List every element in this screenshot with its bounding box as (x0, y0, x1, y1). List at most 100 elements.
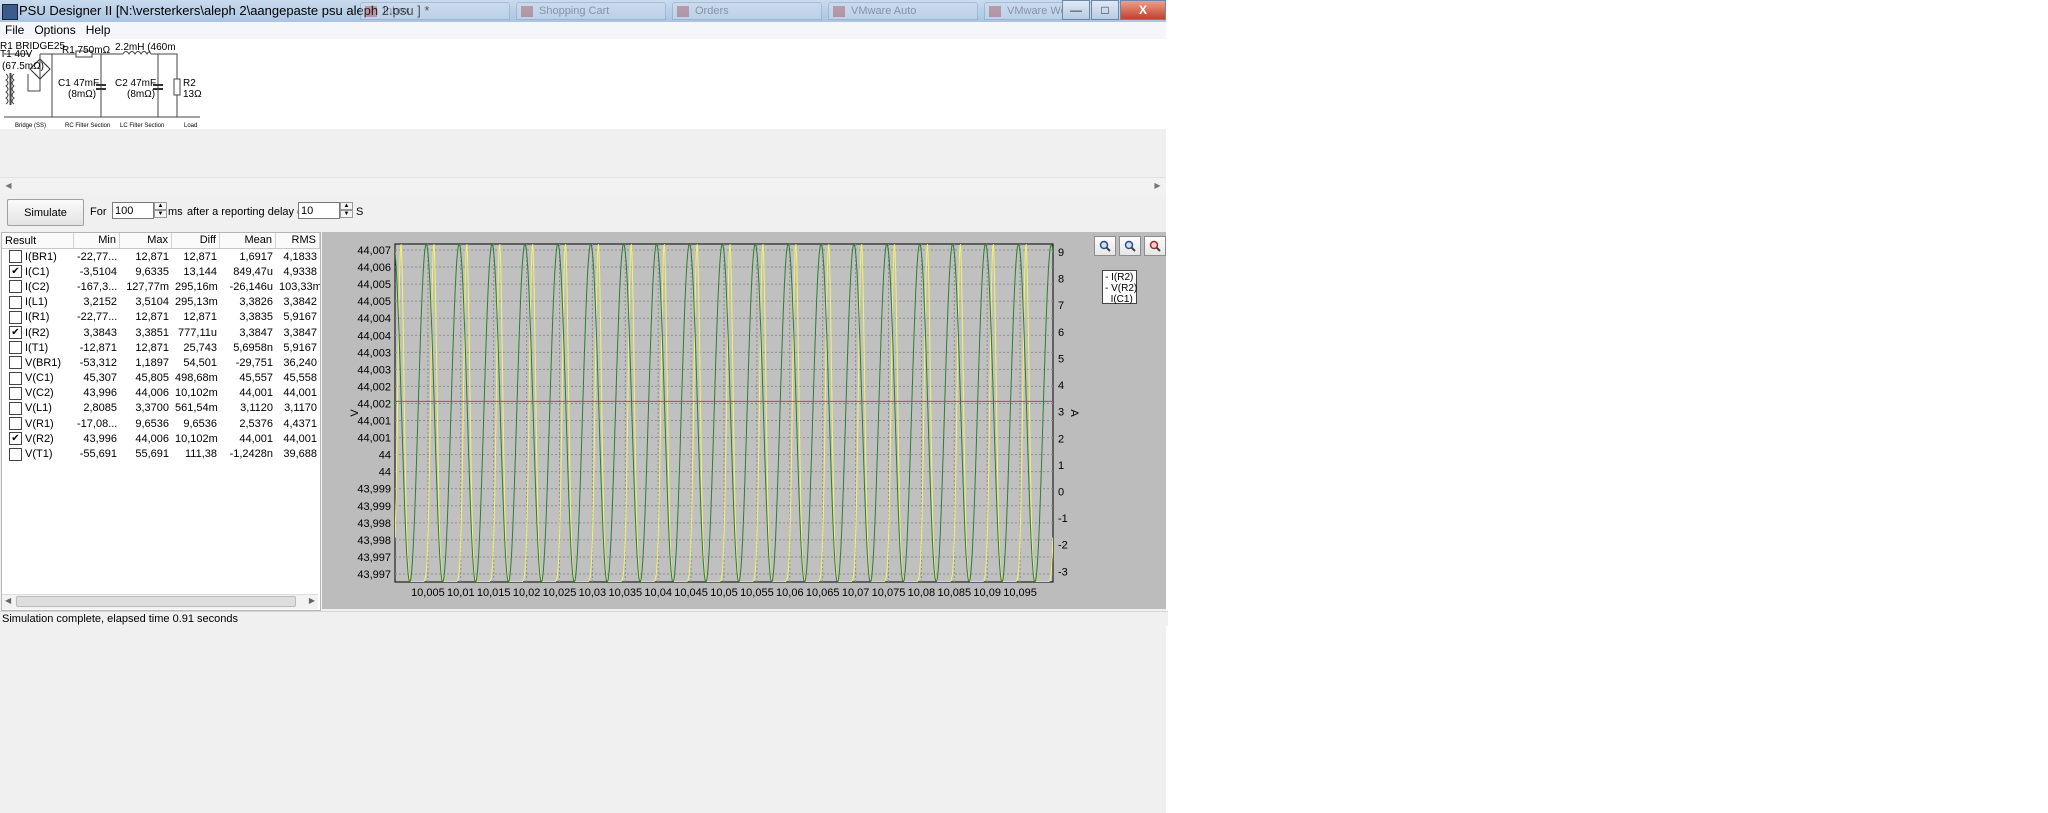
table-row[interactable]: V(R1) -17,08... 9,6536 9,6536 2,5376 4,4371 (2, 416, 320, 431)
scroll-thumb[interactable] (16, 596, 296, 607)
x-tick-label: 10,045 (674, 587, 708, 599)
y-left-tick-label: 43,997 (357, 569, 391, 581)
circuit-schematic[interactable]: R1 BRIDGE25 T1 40V (67.5mΩ) R1 750mΩ 2.2… (0, 39, 1166, 129)
col-mean[interactable]: Mean (220, 233, 276, 248)
col-max[interactable]: Max (120, 233, 172, 248)
result-min: -167,3... (77, 280, 118, 293)
checked-checkbox[interactable]: ✔ (9, 432, 22, 446)
result-diff: 777,11u (178, 326, 217, 339)
result-min: 3,2152 (83, 296, 117, 309)
col-min[interactable]: Min (74, 233, 120, 248)
duration-down-icon[interactable]: ▼ (154, 210, 167, 218)
y-right-tick-label: 6 (1058, 327, 1064, 339)
checkbox[interactable] (9, 250, 22, 264)
zoom-out-icon-glyph (1124, 240, 1136, 252)
y-left-tick-label: 44,001 (357, 416, 391, 428)
checkbox[interactable] (9, 371, 22, 385)
y-left-tick-label: 44,001 (357, 433, 391, 445)
menu-help[interactable]: Help (81, 22, 116, 39)
checkbox[interactable] (9, 417, 22, 431)
delay-down-icon[interactable]: ▼ (340, 210, 353, 218)
checkbox[interactable] (9, 447, 22, 461)
result-mean: 44,001 (239, 432, 273, 445)
result-max: 127,77m (126, 280, 169, 293)
checkbox[interactable] (9, 295, 22, 309)
scroll-right-icon[interactable]: ▶ (309, 596, 315, 605)
result-diff: 10,102m (175, 432, 218, 445)
y-right-tick-label: 0 (1058, 487, 1064, 499)
table-row[interactable]: ✔ I(R2) 3,3843 3,3851 777,11u 3,3847 3,3847 (2, 325, 320, 340)
table-row[interactable]: V(BR1) -53,312 1,1897 54,501 -29,751 36,240 (2, 355, 320, 370)
waveform-chart[interactable]: 10,005 10,01 10,015 10,02 10,025 10,03 10,035 1… (322, 232, 1166, 609)
schematic-scrollbar[interactable]: ◀ ▶ (0, 177, 1166, 194)
simulate-button[interactable]: Simulate (7, 199, 84, 226)
result-min: -53,312 (79, 356, 117, 369)
delay-stepper[interactable]: ▲▼ (298, 202, 353, 219)
results-scrollbar[interactable]: ◀ ▶ (2, 594, 318, 609)
r2-value: 13Ω (183, 89, 202, 100)
duration-up-icon[interactable]: ▲ (154, 202, 167, 210)
checkbox[interactable] (9, 280, 22, 294)
zoom-reset-icon[interactable] (1144, 236, 1166, 256)
transformer-label: T1 40V (0, 49, 33, 60)
minimize-button[interactable]: — (1062, 0, 1090, 20)
checkbox[interactable] (9, 341, 22, 355)
result-rms: 3,3847 (283, 326, 317, 339)
y-right-tick-label: 9 (1058, 247, 1064, 259)
delay-up-icon[interactable]: ▲ (340, 202, 353, 210)
menu-file[interactable]: File (0, 22, 29, 39)
y-left-tick-label: 43,999 (357, 501, 391, 513)
simulation-controls: Simulate For ▲▼ ms after a reporting del… (0, 193, 1166, 231)
scroll-right-icon[interactable]: ▶ (1151, 179, 1164, 192)
table-row[interactable]: V(L1) 2,8085 3,3700 561,54m 3,1120 3,1170 (2, 401, 320, 416)
table-row[interactable]: V(C1) 45,307 45,805 498,68m 45,557 45,558 (2, 371, 320, 386)
duration-input[interactable] (112, 202, 154, 219)
result-name: V(R1) (25, 417, 54, 430)
y-left-tick-label: 44,005 (357, 279, 391, 291)
close-button[interactable]: X (1120, 0, 1166, 20)
x-tick-label: 10,075 (872, 587, 906, 599)
zoom-in-icon[interactable] (1094, 236, 1116, 256)
table-row[interactable]: ✔ V(R2) 43,996 44,006 10,102m 44,001 44,001 (2, 431, 320, 446)
result-rms: 4,1833 (283, 250, 317, 263)
menu-options[interactable]: Options (29, 22, 80, 39)
duration-stepper[interactable]: ▲▼ (112, 202, 167, 219)
for-label: For (90, 206, 107, 218)
result-mean: 44,001 (239, 387, 273, 400)
y-left-tick-label: 44,007 (357, 245, 391, 257)
result-diff: 9,6536 (183, 417, 217, 430)
checkbox[interactable] (9, 356, 22, 370)
scroll-left-icon[interactable]: ◀ (5, 596, 11, 605)
checked-checkbox[interactable]: ✔ (9, 265, 22, 279)
maximize-button[interactable]: □ (1091, 0, 1119, 20)
col-rms[interactable]: RMS (276, 233, 320, 248)
checkbox[interactable] (9, 401, 22, 415)
table-row[interactable]: I(BR1) -22,77... 12,871 12,871 1,6917 4,1833 (2, 249, 320, 264)
scroll-left-icon[interactable]: ◀ (2, 179, 15, 192)
results-table[interactable]: Result Min Max Diff Mean RMS I(BR1) -22,7… (1, 232, 321, 611)
checked-checkbox[interactable]: ✔ (9, 326, 22, 340)
table-row[interactable]: V(C2) 43,996 44,006 10,102m 44,001 44,001 (2, 386, 320, 401)
table-row[interactable]: I(T1) -12,871 12,871 25,743 5,6958n 5,9167 (2, 340, 320, 355)
result-diff: 295,13m (175, 296, 218, 309)
y-left-tick-label: 44 (379, 450, 391, 462)
result-rms: 5,9167 (283, 311, 317, 324)
table-row[interactable]: I(L1) 3,2152 3,5104 295,13m 3,3826 3,3842 (2, 295, 320, 310)
col-result[interactable]: Result (2, 233, 74, 248)
table-row[interactable]: I(C2) -167,3... 127,77m 295,16m -26,146u 103,… (2, 279, 320, 294)
zoom-out-icon[interactable] (1119, 236, 1141, 256)
bg-tab: Inbox (360, 2, 510, 20)
table-row[interactable]: V(T1) -55,691 55,691 111,38 -1,2428n 39,688 (2, 446, 320, 461)
x-tick-label: 10,06 (776, 587, 804, 599)
col-diff[interactable]: Diff (172, 233, 220, 248)
result-max: 9,6536 (135, 417, 169, 430)
result-diff: 13,144 (183, 265, 217, 278)
y-right-tick-label: -1 (1058, 513, 1068, 525)
table-row[interactable]: I(R1) -22,77... 12,871 12,871 3,3835 5,9167 (2, 310, 320, 325)
result-diff: 10,102m (175, 387, 218, 400)
checkbox[interactable] (9, 310, 22, 324)
table-row[interactable]: ✔ I(C1) -3,5104 9,6335 13,144 849,47u 4,9338 (2, 264, 320, 279)
delay-input[interactable] (298, 202, 340, 219)
checkbox[interactable] (9, 386, 22, 400)
result-name-cell: I(T1) (2, 341, 74, 355)
